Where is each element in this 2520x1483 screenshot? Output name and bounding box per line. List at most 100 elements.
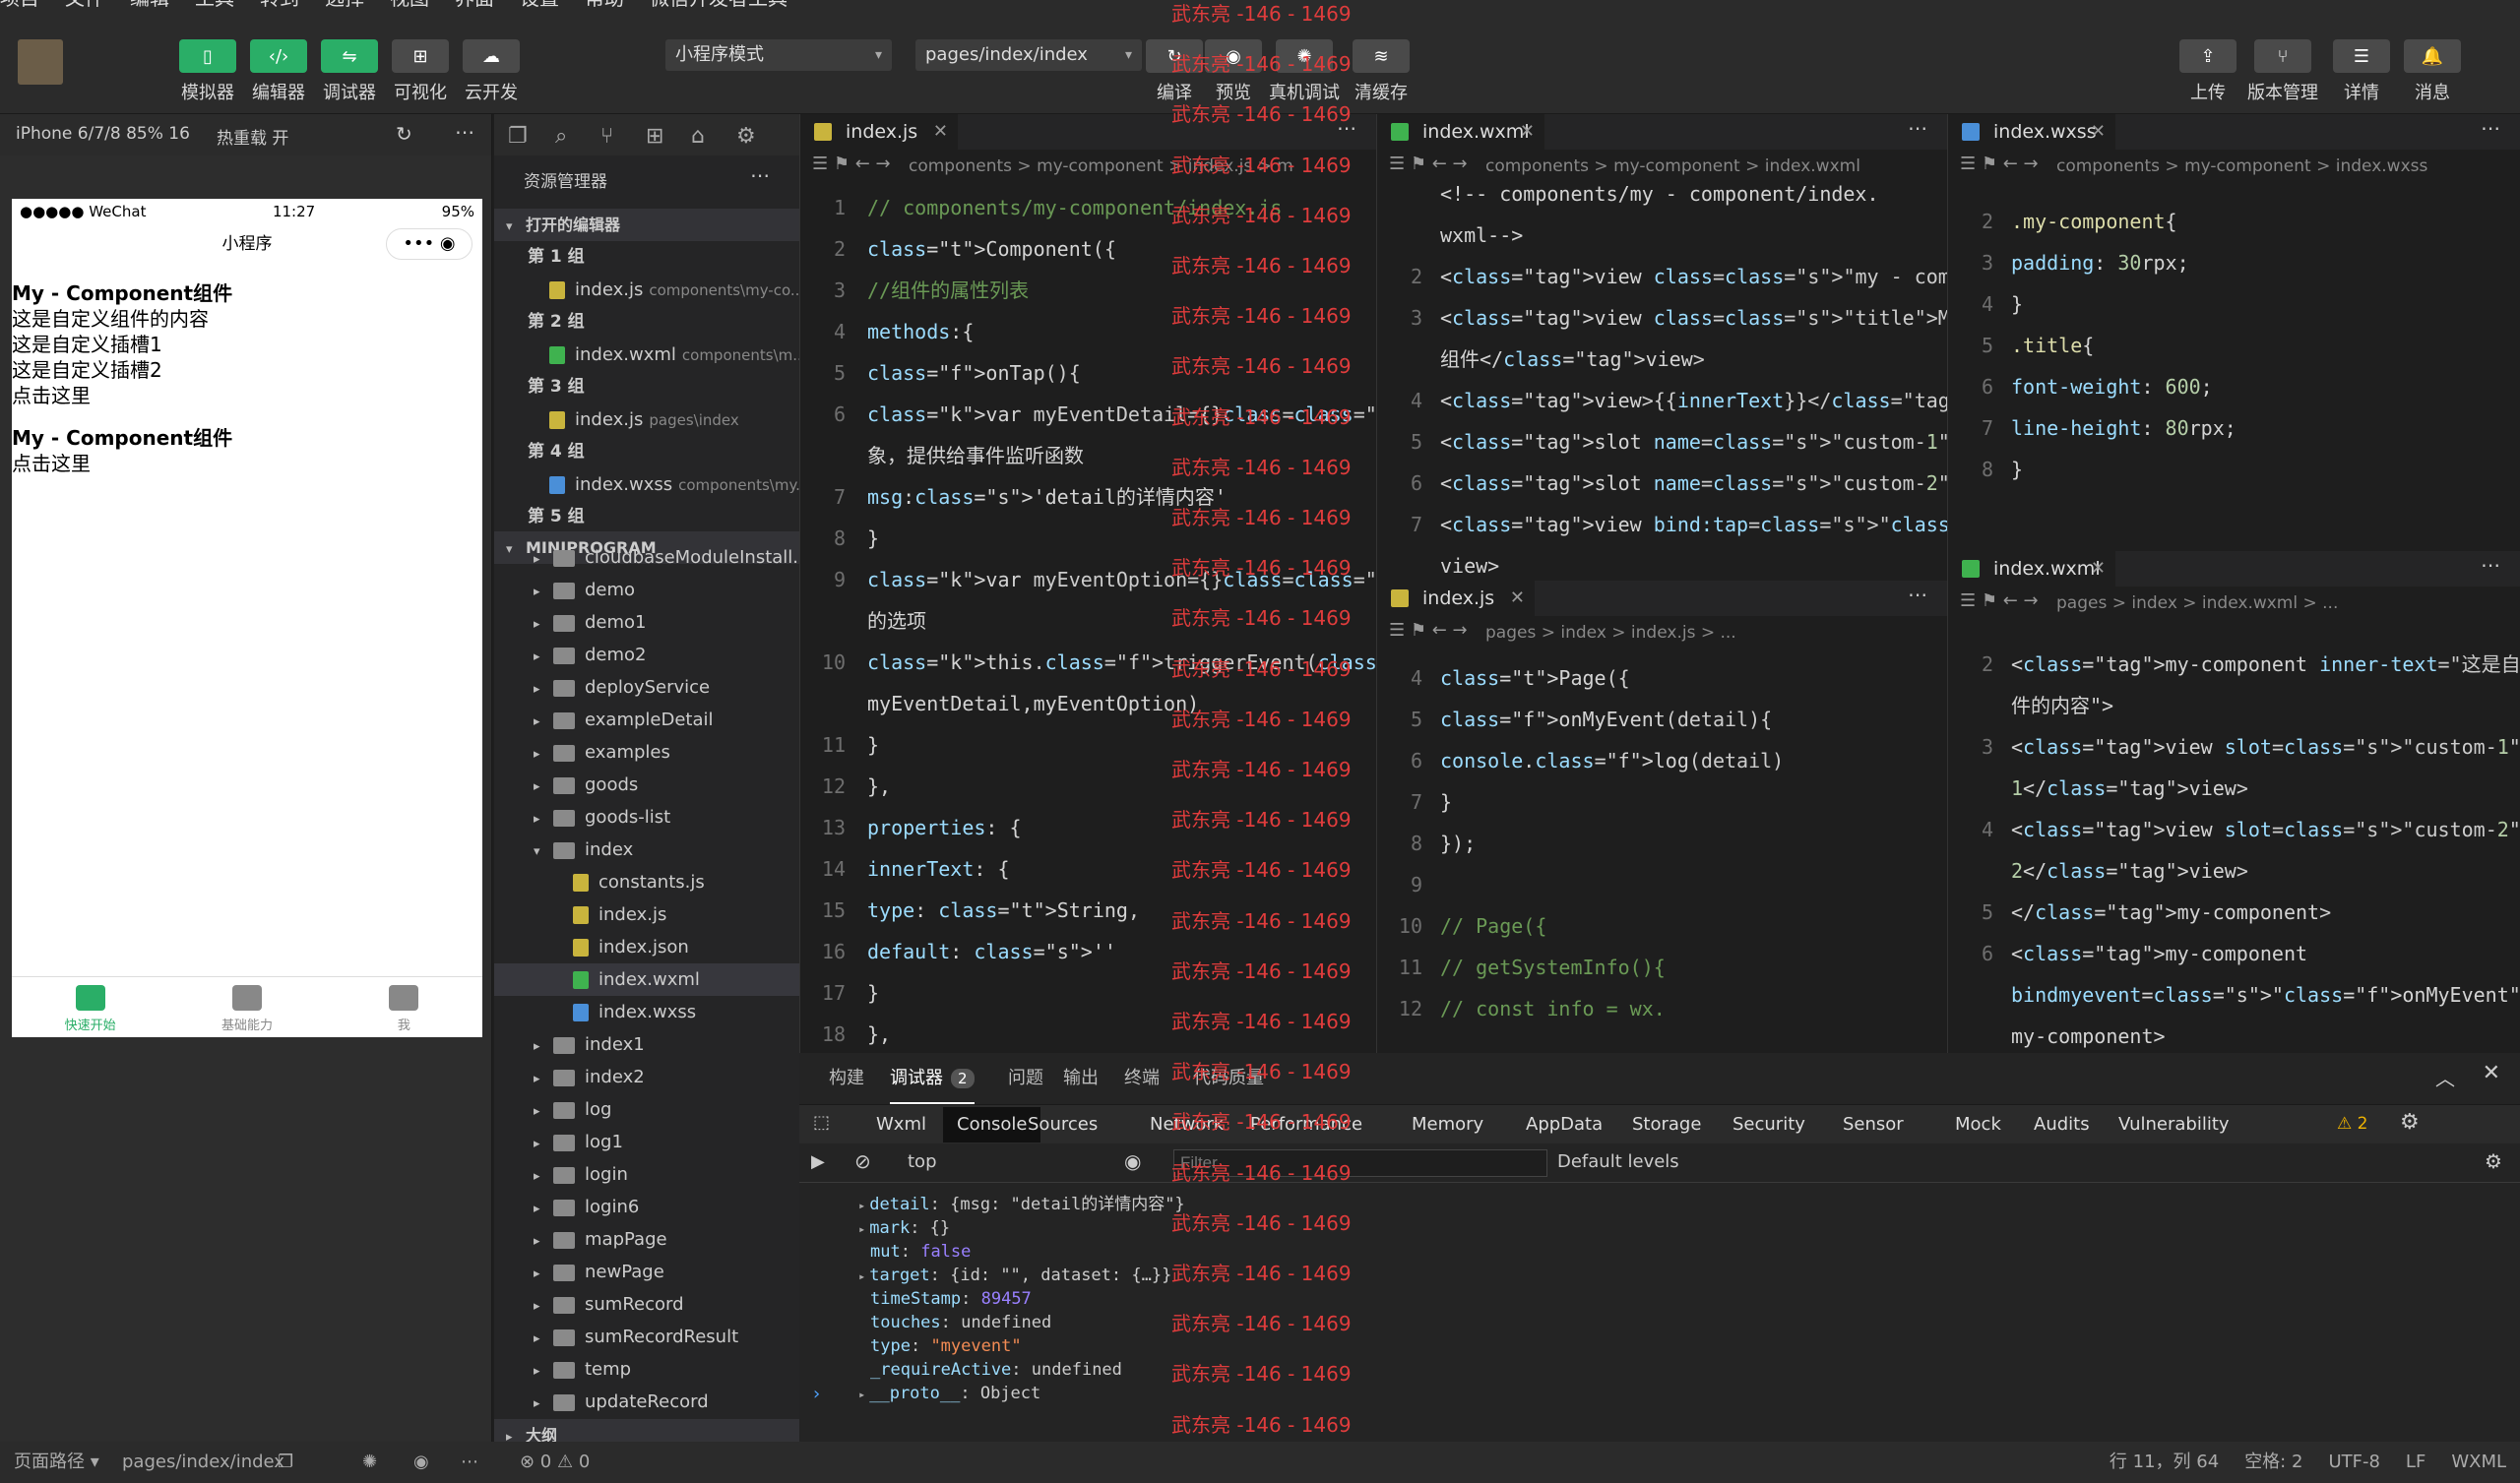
problem-count[interactable]: ⊗ 0 ⚠ 0 bbox=[520, 1442, 590, 1483]
code-line[interactable]: 5 class="f">onMyEvent(detail){ bbox=[1377, 699, 1947, 740]
code-line[interactable]: view> bbox=[1377, 545, 1947, 581]
console-tab[interactable]: Storage bbox=[1632, 1107, 1701, 1143]
code-line[interactable]: 7 line-height: 80rpx; bbox=[1948, 407, 2520, 449]
tree-folder[interactable]: ▸ newPage bbox=[494, 1256, 799, 1288]
toolbar-right-icon[interactable]: ☰ bbox=[2333, 39, 2390, 73]
pane-more-icon[interactable]: ⋯ bbox=[2481, 116, 2500, 140]
cloud-icon[interactable]: ⌂ bbox=[691, 124, 705, 149]
code-line[interactable]: 1</class="tag">view> bbox=[1948, 768, 2520, 809]
toolbar-btn-icon[interactable]: ☁ bbox=[463, 39, 520, 73]
console-tab[interactable]: Sensor bbox=[1843, 1107, 1904, 1143]
tree-folder[interactable]: ▸ demo1 bbox=[494, 606, 799, 639]
inspect-icon[interactable]: ⬚ bbox=[813, 1112, 830, 1133]
devtools-tab[interactable]: 终端 bbox=[1124, 1053, 1160, 1104]
code-line[interactable]: 6 <class="tag">slot name=class="s">"custo… bbox=[1377, 463, 1947, 504]
open-editor-file[interactable]: index.wxss components\my... bbox=[494, 468, 799, 501]
editor-tab[interactable]: index.wxml ✕ bbox=[1948, 551, 2115, 587]
code-line[interactable]: bindmyevent=class="s">"class="f">onMyEve… bbox=[1948, 974, 2520, 1016]
context-select[interactable]: top bbox=[908, 1151, 937, 1172]
tree-folder[interactable]: ▸ updateRecord bbox=[494, 1386, 799, 1418]
editor-tab[interactable]: index.js ✕ bbox=[800, 114, 958, 150]
tree-folder[interactable]: ▸ cloudbaseModuleInstall... bbox=[494, 541, 799, 574]
editor-tab[interactable]: index.js ✕ bbox=[1377, 581, 1535, 616]
console-prompt[interactable]: › bbox=[813, 1384, 820, 1404]
sidebar-toggle-icon[interactable]: ▶ bbox=[811, 1151, 825, 1172]
toolbar-right-icon[interactable]: ⇪ bbox=[2179, 39, 2236, 73]
code-line[interactable]: 4 class="t">Page({ bbox=[1377, 657, 1947, 699]
levels-select[interactable]: Default levels bbox=[1557, 1151, 1679, 1172]
code-line[interactable]: 6 font-weight: 600; bbox=[1948, 366, 2520, 407]
code-line[interactable]: 11 // getSystemInfo(){ bbox=[1377, 947, 1947, 988]
tree-folder[interactable]: ▸ exampleDetail bbox=[494, 704, 799, 736]
open-editor-file[interactable]: index.wxml components\m... bbox=[494, 339, 799, 371]
code-line[interactable]: 2 .my-component{ bbox=[1948, 201, 2520, 242]
component-text[interactable]: 点击这里 bbox=[12, 383, 482, 408]
devtools-tab[interactable]: 问题 bbox=[1008, 1053, 1043, 1104]
close-tab-icon[interactable]: ✕ bbox=[933, 114, 948, 150]
code-line[interactable]: 4 <class="tag">view slot=class="s">"cust… bbox=[1948, 809, 2520, 850]
console-tab[interactable]: Vulnerability bbox=[2118, 1107, 2230, 1143]
code-line[interactable]: my-component> bbox=[1948, 1016, 2520, 1053]
console-tab[interactable]: Security bbox=[1732, 1107, 1805, 1143]
code-line[interactable]: 6 <class="tag">my-component bbox=[1948, 933, 2520, 974]
code-line[interactable]: 2 <class="tag">view class=class="s">"my -… bbox=[1377, 256, 1947, 297]
code-line[interactable]: 组件</class="tag">view> bbox=[1377, 339, 1947, 380]
tab-item[interactable]: 我 bbox=[326, 977, 482, 1037]
tree-folder[interactable]: ▸ login bbox=[494, 1158, 799, 1191]
open-editor-file[interactable]: index.js pages\index bbox=[494, 403, 799, 436]
extensions-icon[interactable]: ⊞ bbox=[646, 124, 663, 149]
tree-folder[interactable]: ▸ index1 bbox=[494, 1028, 799, 1061]
tree-folder[interactable]: ▸ mapPage bbox=[494, 1223, 799, 1256]
toolbar-btn-icon[interactable]: ▯ bbox=[179, 39, 236, 73]
toolbar-btn-icon[interactable]: ⇋ bbox=[321, 39, 378, 73]
bug-icon[interactable]: ✺ bbox=[362, 1442, 377, 1483]
console-tab[interactable]: Sources bbox=[1028, 1107, 1098, 1143]
more-icon[interactable]: ⋯ bbox=[455, 120, 474, 144]
nav-icons[interactable]: ☰ ⚑ ← → bbox=[812, 154, 891, 174]
console-tab[interactable]: Wxml bbox=[876, 1107, 926, 1143]
code-line[interactable]: 4} bbox=[1948, 283, 2520, 325]
nav-icons[interactable]: ☰ ⚑ ← → bbox=[1960, 154, 2039, 174]
debug-icon[interactable]: ⚙ bbox=[736, 124, 756, 149]
explorer-more-icon[interactable]: ⋯ bbox=[750, 163, 770, 187]
tree-folder[interactable]: ▸ demo2 bbox=[494, 639, 799, 671]
code-line[interactable]: 10 // Page({ bbox=[1377, 905, 1947, 947]
status-item[interactable]: LF bbox=[2406, 1452, 2426, 1472]
console-entry[interactable]: ▸ detail: {msg: "detail的详情内容"} bbox=[858, 1193, 1185, 1217]
warning-count[interactable]: ⚠ 2 bbox=[2337, 1114, 2367, 1134]
tree-folder[interactable]: ▸ log1 bbox=[494, 1126, 799, 1158]
tree-folder[interactable]: ▸ temp bbox=[494, 1353, 799, 1386]
status-more-icon[interactable]: ⋯ bbox=[461, 1442, 478, 1483]
expand-arrow-icon[interactable]: ▸ bbox=[858, 1222, 865, 1236]
nav-icons[interactable]: ☰ ⚑ ← → bbox=[1389, 154, 1468, 174]
collapse-icon[interactable]: ︿ bbox=[2435, 1063, 2455, 1091]
code-line[interactable]: 6 console.class="f">log(detail) bbox=[1377, 740, 1947, 781]
code-line[interactable]: 5 .title{ bbox=[1948, 325, 2520, 366]
settings-gear-icon[interactable]: ⚙ bbox=[2400, 1110, 2420, 1135]
mode-select[interactable]: 小程序模式 bbox=[665, 39, 892, 71]
tree-folder[interactable]: ▾ index bbox=[494, 834, 799, 866]
app-avatar[interactable] bbox=[18, 39, 63, 85]
tree-file[interactable]: index.wxml bbox=[494, 963, 799, 996]
devtools-tab[interactable]: 调试器 2 bbox=[890, 1053, 975, 1104]
git-icon[interactable]: ⑂ bbox=[600, 124, 613, 149]
expand-arrow-icon[interactable]: ▸ bbox=[858, 1269, 865, 1283]
code-line[interactable]: 8} bbox=[1948, 449, 2520, 490]
tree-folder[interactable]: ▸ sumRecord bbox=[494, 1288, 799, 1321]
close-tab-icon[interactable]: ✕ bbox=[1520, 114, 1535, 150]
tree-folder[interactable]: ▸ demo bbox=[494, 574, 799, 606]
code-line[interactable]: 3 <class="tag">view slot=class="s">"cust… bbox=[1948, 726, 2520, 768]
component-text[interactable]: 点击这里 bbox=[12, 451, 482, 476]
menu-capsule[interactable]: ••• ◉ bbox=[386, 228, 472, 260]
tree-folder[interactable]: ▸ deployService bbox=[494, 671, 799, 704]
code-line[interactable]: 4 <class="tag">view>{{innerText}}</class… bbox=[1377, 380, 1947, 421]
tree-folder[interactable]: ▸ login6 bbox=[494, 1191, 799, 1223]
tab-item[interactable]: 快速开始 bbox=[12, 977, 168, 1037]
code-line[interactable]: 9 bbox=[1377, 864, 1947, 905]
refresh-icon[interactable]: ↻ bbox=[396, 122, 412, 146]
devtools-tab[interactable]: 输出 bbox=[1063, 1053, 1099, 1104]
console-tab[interactable]: Mock bbox=[1955, 1107, 2001, 1143]
eye-preview-icon[interactable]: ◉ bbox=[413, 1442, 429, 1483]
tree-folder[interactable]: ▸ index2 bbox=[494, 1061, 799, 1093]
open-editor-file[interactable]: index.js components\my-co... bbox=[494, 274, 799, 306]
